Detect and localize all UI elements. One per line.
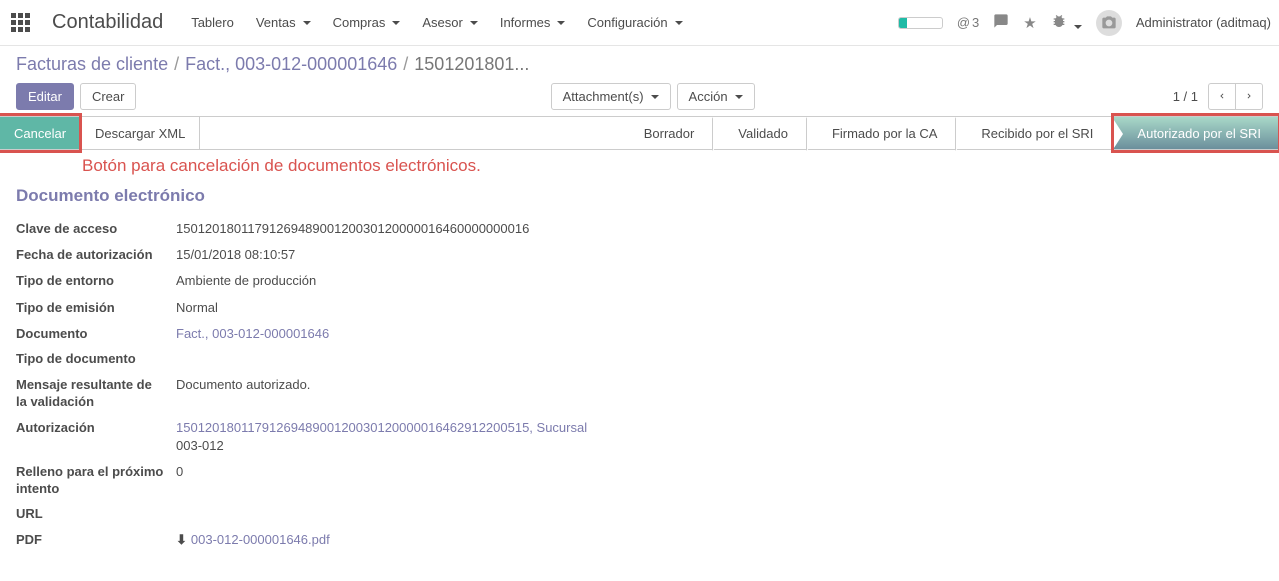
pager-next-button[interactable]	[1235, 83, 1263, 110]
caret-down-icon	[675, 21, 683, 25]
breadcrumb-link-0[interactable]: Facturas de cliente	[16, 54, 168, 75]
pager-value: 1 / 1	[1169, 89, 1202, 104]
username-menu[interactable]: Administrator (aditmaq)	[1136, 15, 1271, 30]
field-pdf: PDF ⬇ 003-012-000001646.pdf	[16, 531, 1263, 549]
bug-icon[interactable]	[1051, 13, 1082, 33]
annotation-text: Botón para cancelación de documentos ele…	[0, 150, 1279, 178]
caret-down-icon	[735, 95, 743, 99]
breadcrumb-link-1[interactable]: Fact., 003-012-000001646	[185, 54, 397, 75]
status-step-firmado[interactable]: Firmado por la CA	[806, 117, 955, 149]
caret-down-icon	[303, 21, 311, 25]
breadcrumb-separator: /	[174, 54, 179, 75]
field-autorizacion: Autorización 150120180117912694890012003…	[16, 419, 1263, 455]
menu-ventas[interactable]: Ventas	[246, 9, 321, 36]
form-sheet: Documento electrónico Clave de acceso 15…	[0, 178, 1279, 581]
messages-button[interactable]: @ 3	[957, 15, 979, 30]
status-step-validado[interactable]: Validado	[712, 117, 806, 149]
field-label: Relleno para el próximo intento	[16, 464, 176, 498]
field-label: Autorización	[16, 420, 176, 437]
status-step-borrador[interactable]: Borrador	[618, 117, 713, 149]
field-value: Fact., 003-012-000001646	[176, 325, 329, 343]
caret-down-icon	[392, 21, 400, 25]
status-step-recibido[interactable]: Recibido por el SRI	[955, 117, 1111, 149]
menu-configuracion[interactable]: Configuración	[577, 9, 692, 36]
field-relleno: Relleno para el próximo intento 0	[16, 463, 1263, 498]
field-label: Mensaje resultante de la validación	[16, 377, 176, 411]
control-panel: Facturas de cliente / Fact., 003-012-000…	[0, 46, 1279, 110]
field-mensaje-validacion: Mensaje resultante de la validación Docu…	[16, 376, 1263, 411]
field-url: URL	[16, 506, 1263, 523]
documento-link[interactable]: Fact., 003-012-000001646	[176, 326, 329, 341]
field-fecha-autorizacion: Fecha de autorización 15/01/2018 08:10:5…	[16, 246, 1263, 264]
caret-down-icon	[1074, 25, 1082, 29]
field-value: 1501201801179126948900120030120000016460…	[176, 220, 529, 238]
breadcrumb: Facturas de cliente / Fact., 003-012-000…	[16, 54, 1263, 75]
edit-button[interactable]: Editar	[16, 83, 74, 110]
field-value: Documento autorizado.	[176, 376, 310, 394]
breadcrumb-active: 1501201801...	[414, 54, 529, 75]
action-button[interactable]: Acción	[677, 83, 755, 110]
cancel-button[interactable]: Cancelar	[0, 117, 81, 149]
field-tipo-documento: Tipo de documento	[16, 351, 1263, 368]
navbar-right: @ 3 ★ Administrator (aditmaq)	[898, 10, 1271, 36]
field-label: Fecha de autorización	[16, 247, 176, 264]
download-xml-button[interactable]: Descargar XML	[81, 117, 200, 149]
caret-down-icon	[470, 21, 478, 25]
field-clave-acceso: Clave de acceso 150120180117912694890012…	[16, 220, 1263, 238]
app-title[interactable]: Contabilidad	[52, 11, 163, 34]
attachments-button[interactable]: Attachment(s)	[551, 83, 671, 110]
field-label: Clave de acceso	[16, 221, 176, 238]
field-label: Tipo de entorno	[16, 273, 176, 290]
top-navbar: Contabilidad Tablero Ventas Compras Ases…	[0, 0, 1279, 46]
autorizacion-link[interactable]: 1501201801179126948900120030120000016462…	[176, 420, 587, 435]
field-value: 0	[176, 463, 183, 481]
download-icon: ⬇	[176, 531, 187, 549]
status-steps: Borrador Validado Firmado por la CA Reci…	[618, 117, 1279, 149]
field-value: ⬇ 003-012-000001646.pdf	[176, 531, 330, 549]
chevron-left-icon	[1217, 91, 1227, 101]
field-label: PDF	[16, 532, 176, 549]
field-value: Normal	[176, 299, 218, 317]
chat-icon[interactable]	[993, 13, 1009, 33]
field-label: Tipo de emisión	[16, 300, 176, 317]
menu-tablero[interactable]: Tablero	[181, 9, 244, 36]
breadcrumb-separator: /	[403, 54, 408, 75]
field-value: 15/01/2018 08:10:57	[176, 246, 295, 264]
menu-asesor[interactable]: Asesor	[412, 9, 487, 36]
menu-compras[interactable]: Compras	[323, 9, 411, 36]
field-tipo-emision: Tipo de emisión Normal	[16, 299, 1263, 317]
progress-indicator[interactable]	[898, 17, 943, 29]
field-label: Documento	[16, 326, 176, 343]
user-avatar-icon[interactable]	[1096, 10, 1122, 36]
caret-down-icon	[651, 95, 659, 99]
field-value: Ambiente de producción	[176, 272, 316, 290]
pdf-link[interactable]: 003-012-000001646.pdf	[191, 532, 330, 547]
field-tipo-entorno: Tipo de entorno Ambiente de producción	[16, 272, 1263, 290]
menu-informes[interactable]: Informes	[490, 9, 576, 36]
chevron-right-icon	[1244, 91, 1254, 101]
status-step-autorizado[interactable]: Autorizado por el SRI	[1111, 117, 1279, 149]
caret-down-icon	[557, 21, 565, 25]
field-value: 1501201801179126948900120030120000016462…	[176, 419, 587, 455]
main-menu: Tablero Ventas Compras Asesor Informes C…	[181, 9, 898, 36]
pager-prev-button[interactable]	[1208, 83, 1235, 110]
status-bar: Cancelar Descargar XML Borrador Validado…	[0, 116, 1279, 150]
star-icon[interactable]: ★	[1023, 14, 1036, 32]
field-label: Tipo de documento	[16, 351, 176, 368]
section-title: Documento electrónico	[16, 186, 1263, 206]
field-documento: Documento Fact., 003-012-000001646	[16, 325, 1263, 343]
apps-launcher-icon[interactable]	[8, 11, 32, 35]
create-button[interactable]: Crear	[80, 83, 137, 110]
field-label: URL	[16, 506, 176, 523]
